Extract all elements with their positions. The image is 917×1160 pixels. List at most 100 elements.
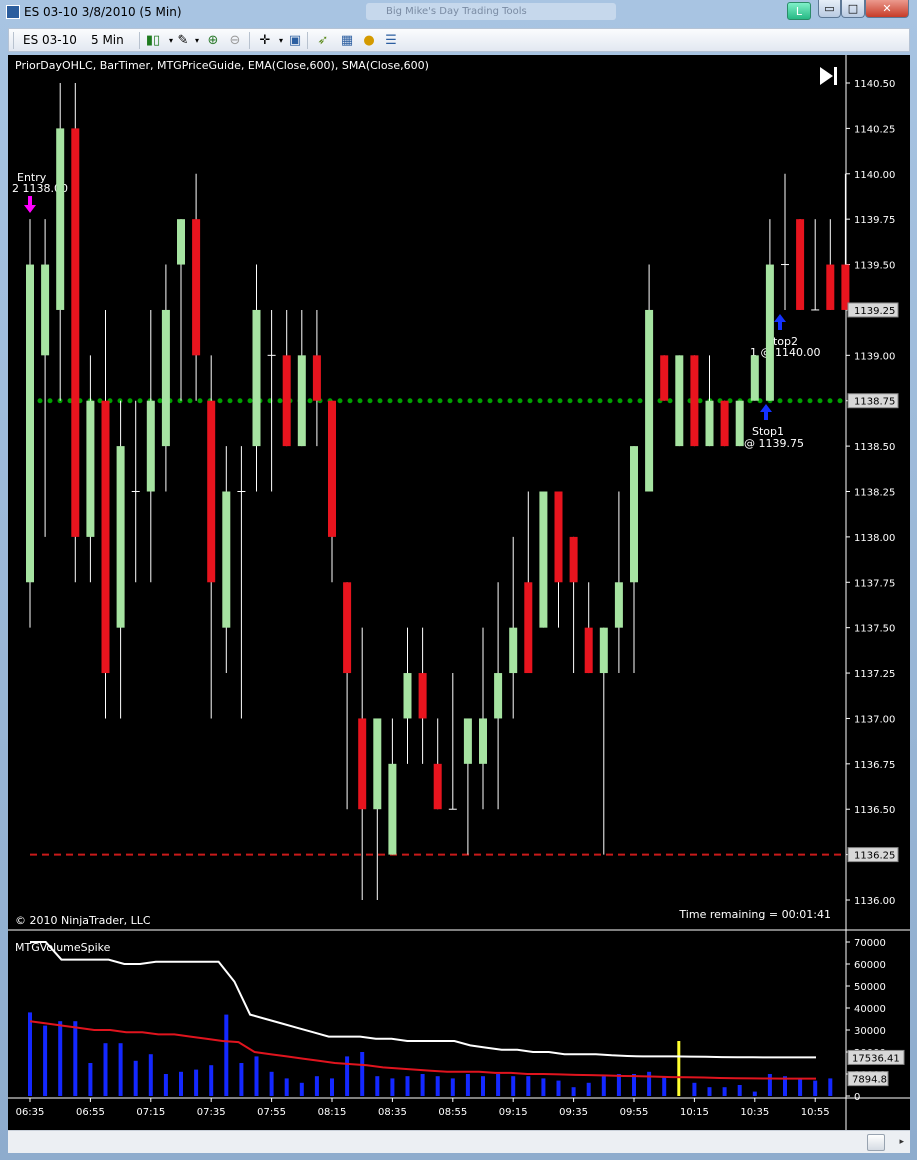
price-tick-label: 1139.75 — [854, 215, 895, 226]
candle-body — [312, 355, 321, 401]
volume-bar — [314, 1076, 319, 1096]
volume-bar — [43, 1025, 48, 1096]
volume-bar — [360, 1052, 365, 1096]
candle-body — [645, 309, 654, 492]
candle-body — [252, 309, 261, 447]
stop1-arrow-icon — [760, 404, 772, 420]
volume-bar — [345, 1056, 350, 1096]
candle-body — [494, 673, 503, 719]
volume-tick-label: 70000 — [854, 938, 886, 949]
price-tick-label: 1139.50 — [854, 261, 895, 272]
time-tick-label: 06:55 — [76, 1107, 105, 1118]
indicator-icon[interactable]: ▦ — [339, 33, 355, 49]
candle-body — [675, 355, 684, 447]
candle-body — [41, 264, 50, 356]
red-level-badge: 1136.25 — [854, 851, 895, 862]
volume-spike-bar — [677, 1041, 681, 1096]
toolbar-separator — [13, 32, 14, 49]
volume-bar — [239, 1063, 244, 1096]
volume-bar — [58, 1021, 63, 1096]
l-button[interactable]: L — [787, 2, 811, 20]
price-tick-label: 1139.00 — [854, 351, 895, 362]
chart-canvas[interactable]: PriorDayOHLC, BarTimer, MTGPriceGuide, E… — [8, 55, 910, 1130]
chart-area[interactable]: PriorDayOHLC, BarTimer, MTGPriceGuide, E… — [8, 55, 910, 1130]
time-tick-label: 09:35 — [559, 1107, 588, 1118]
volume-bar — [435, 1076, 440, 1096]
candle-body — [192, 219, 201, 356]
zoom-out-icon[interactable]: ⊖ — [227, 33, 243, 49]
crosshair-icon[interactable]: ✛ — [257, 33, 273, 49]
time-tick-label: 10:55 — [801, 1107, 830, 1118]
data-box-icon[interactable]: ☰ — [383, 33, 399, 49]
volume-bar — [133, 1060, 138, 1096]
candle-body — [328, 400, 336, 537]
minimize-button[interactable]: ▭ — [818, 0, 841, 18]
candle-body — [796, 219, 805, 310]
candle-body — [373, 718, 382, 810]
candle-body — [720, 400, 729, 447]
candle-body — [177, 219, 185, 265]
properties-icon[interactable]: ▣ — [287, 33, 303, 49]
chevron-down-icon[interactable]: ▾ — [189, 33, 205, 49]
candle-body — [207, 400, 216, 583]
volume-bar — [420, 1074, 425, 1096]
candle-body — [343, 582, 352, 674]
coin-icon[interactable]: ● — [361, 33, 377, 49]
entry-arrow-icon — [24, 196, 36, 213]
volume-bar — [224, 1014, 229, 1096]
volume-bar — [662, 1076, 667, 1096]
volume-bar — [632, 1074, 636, 1096]
background-window-tab[interactable]: Big Mike's Day Trading Tools — [366, 3, 616, 20]
toolbar-separator — [249, 32, 250, 49]
candle-body — [509, 627, 518, 674]
title-bar[interactable]: ES 03-10 3/8/2010 (5 Min) Big Mike's Day… — [0, 0, 917, 24]
price-tick-label: 1136.50 — [854, 805, 895, 816]
candle-body — [630, 446, 638, 583]
volume-bar — [148, 1054, 153, 1096]
scrollbar-thumb[interactable] — [867, 1134, 885, 1151]
price-tick-label: 1137.25 — [854, 669, 895, 680]
candle-body — [358, 718, 367, 810]
volume-bar — [526, 1076, 531, 1096]
volume-bar — [828, 1078, 833, 1096]
candle-body — [71, 128, 80, 537]
scroll-right-arrow-icon[interactable]: ▸ — [899, 1137, 904, 1147]
price-tick-label: 1140.25 — [854, 124, 895, 135]
price-tick-label: 1140.50 — [854, 79, 895, 90]
volume-bar — [571, 1087, 576, 1096]
interval-selector[interactable]: 5 Min — [91, 33, 124, 47]
candle-body — [282, 355, 291, 447]
app-icon — [6, 5, 20, 19]
toolbar-separator — [139, 32, 140, 49]
volume-bar — [118, 1043, 123, 1096]
candle-body — [765, 264, 774, 401]
zoom-in-icon[interactable]: ⊕ — [205, 33, 221, 49]
horizontal-scrollbar[interactable]: ▸ — [8, 1130, 910, 1153]
candle-body — [826, 264, 835, 310]
maximize-button[interactable]: □ — [841, 0, 865, 18]
close-button[interactable]: ✕ — [865, 0, 909, 18]
volume-bar — [752, 1091, 757, 1096]
price-tick-label: 1137.00 — [854, 714, 895, 725]
candle-body — [569, 536, 578, 583]
volume-bar — [390, 1078, 395, 1096]
chart-toolbar: ES 03-10 5 Min ▮▯ ▾ ✎ ▾ ⊕ ⊖ ✛ ▾ ▣ ➶ ▦ ● … — [8, 28, 910, 52]
candle-body — [479, 718, 487, 764]
instrument-selector[interactable]: ES 03-10 — [23, 33, 77, 47]
candle-body — [584, 627, 593, 674]
time-tick-label: 06:35 — [16, 1107, 45, 1118]
play-end-icon[interactable] — [820, 67, 837, 85]
stop2-arrow-icon — [774, 314, 786, 330]
volume-panel-title: MTGVolumeSpike — [15, 941, 111, 954]
volume-bar — [707, 1087, 712, 1096]
time-tick-label: 10:35 — [740, 1107, 769, 1118]
strategy-icon[interactable]: ➶ — [315, 33, 331, 49]
candle-body — [101, 400, 110, 674]
candle-body — [660, 355, 669, 401]
candlestick-style-icon[interactable]: ▮▯ — [145, 33, 161, 49]
volume-baseline-line — [29, 1020, 816, 1080]
volume-bar — [465, 1074, 470, 1096]
toolbar-separator — [307, 32, 308, 49]
volume-bar — [254, 1056, 259, 1096]
candle-body — [554, 491, 563, 583]
